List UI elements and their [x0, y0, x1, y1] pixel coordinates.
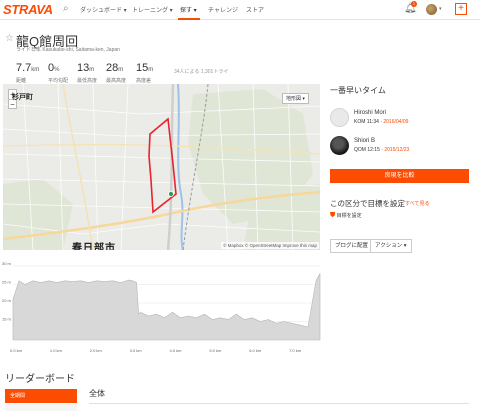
- elevation-x-tick: 0.0 km: [10, 348, 23, 353]
- elevation-x-tick: 1.0 km: [50, 348, 63, 353]
- nav-store[interactable]: ストア: [246, 5, 264, 14]
- avatar[interactable]: [426, 4, 437, 15]
- actions-dropdown[interactable]: アクション ▾: [370, 239, 412, 253]
- leaderboard-title: リーダーボード: [5, 374, 75, 385]
- goal-see-all-link[interactable]: すべて見る: [405, 200, 429, 207]
- shield-icon: ⛊: [330, 212, 336, 219]
- map-type-select[interactable]: 地形図 ▾: [282, 93, 309, 104]
- compare-button[interactable]: 良現を比較: [330, 169, 469, 183]
- elevation-area: [12, 273, 321, 341]
- map-attribution[interactable]: © Mapbox © OpenStreetMap Improve this ma…: [221, 242, 319, 249]
- nav-dashboard[interactable]: ダッシュボード ▾: [80, 5, 127, 14]
- stat-elev-diff: 15m 高度差: [136, 62, 154, 84]
- leaderboard-section-title: 全体: [89, 389, 105, 398]
- stat-max-elev: 28m 最高高度: [106, 62, 127, 84]
- set-goal-link[interactable]: ⛊ 目標を設定: [330, 212, 362, 220]
- nav-training[interactable]: トレーニング ▾: [132, 5, 173, 14]
- notification-badge: 1: [411, 1, 417, 7]
- elevation-x-tick: 3.0 km: [130, 348, 143, 353]
- leader-qom[interactable]: Shiori B QOM 12:15 · 2015/12/23: [330, 136, 470, 156]
- fastest-times-heading: 一番早いタイム: [330, 86, 386, 95]
- attempts-count: 34人による 1,301トライ: [174, 69, 229, 75]
- elevation-chart[interactable]: 30 m 25 m 20 m 15 m 0.0 km 1.0 km 2.0 km 3.0 k…: [0, 257, 324, 357]
- leaderboard-header-divider: [89, 403, 469, 404]
- elevation-x-tick: 7.0 km: [289, 348, 302, 353]
- segment-map[interactable]: + − 地形図 ▾ 杉戸町 春日部市 © Mapbox © OpenStreet…: [3, 84, 320, 250]
- elevation-y-tick: 30 m: [2, 261, 12, 266]
- avatar[interactable]: [330, 136, 349, 155]
- map-place-label-large: 春日部市: [72, 243, 116, 250]
- leader-name[interactable]: Shiori B: [354, 138, 375, 144]
- leader-meta: QOM 12:15 · 2015/12/23: [354, 147, 410, 153]
- leader-meta: KOM 11:34 · 2016/04/09: [354, 119, 409, 125]
- stat-min-elev: 13m 最低高度: [77, 62, 98, 84]
- stat-distance: 7.7km 距離: [16, 62, 40, 84]
- elevation-y-tick: 25 m: [2, 280, 12, 285]
- leader-name[interactable]: Hiroshi Mori: [354, 110, 386, 116]
- nav-explore[interactable]: 探す ▾: [180, 5, 197, 14]
- strava-logo[interactable]: STRAVA: [3, 2, 53, 17]
- stat-grade: 0% 平均勾配: [48, 62, 69, 84]
- map-place-label-small: 杉戸町: [12, 94, 33, 101]
- tab-list-background: [5, 404, 77, 411]
- elevation-x-tick: 6.0 km: [249, 348, 262, 353]
- elevation-x-tick: 5.0 km: [209, 348, 222, 353]
- elevation-y-tick: 15 m: [2, 317, 12, 322]
- search-icon[interactable]: ⌕: [63, 3, 69, 14]
- nav-challenges[interactable]: チャレンジ: [208, 5, 238, 14]
- avatar[interactable]: [330, 108, 349, 127]
- star-icon[interactable]: ☆: [5, 33, 14, 44]
- elevation-y-tick: 20 m: [2, 298, 12, 303]
- tab-all-time[interactable]: 全期間: [5, 389, 77, 403]
- elevation-x-tick: 2.0 km: [90, 348, 103, 353]
- goal-heading: この区分で目標を設定: [330, 199, 405, 208]
- map-canvas: [3, 84, 320, 250]
- leader-kom[interactable]: Hiroshi Mori KOM 11:34 · 2016/04/09: [330, 108, 470, 128]
- nav-active-indicator: [178, 18, 200, 20]
- chevron-down-icon[interactable]: ▾: [439, 6, 442, 12]
- elevation-x-tick: 4.0 km: [169, 348, 182, 353]
- top-nav: STRAVA ⌕ ダッシュボード ▾ トレーニング ▾ 探す ▾ チャレンジ ス…: [0, 0, 480, 20]
- blog-embed-button[interactable]: ブログに配置: [330, 239, 374, 253]
- upload-plus-button[interactable]: +: [455, 3, 467, 15]
- segment-location: ライド日本 Kasukabe-shi, Saitama-ken, Japan: [16, 47, 120, 53]
